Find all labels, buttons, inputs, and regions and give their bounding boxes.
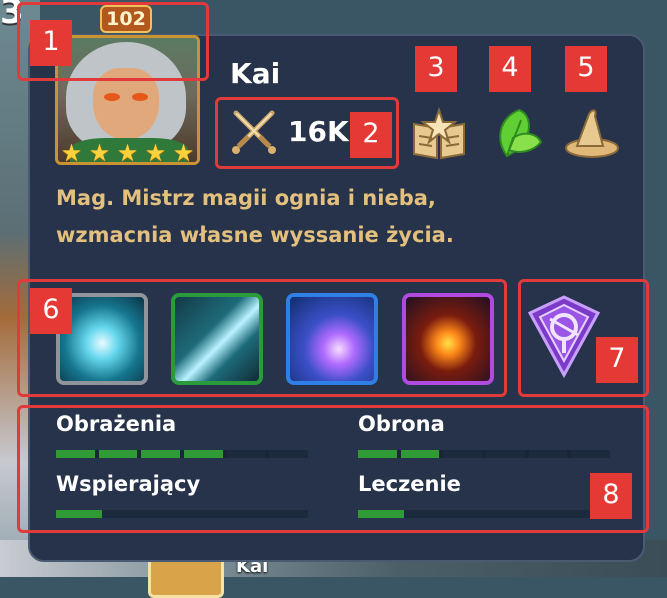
fire-eye-skill-icon[interactable] xyxy=(402,293,494,385)
wind-slash-skill-icon[interactable] xyxy=(171,293,263,385)
description-line-1: Mag. Mistrz magii ognia i nieba, xyxy=(56,186,436,210)
star-icon: ★ xyxy=(116,139,139,167)
annotation-number-2: 2 xyxy=(350,112,392,158)
background-text: 3 xyxy=(0,0,24,32)
stat-fill-healing xyxy=(358,510,404,518)
hero-name: Kai xyxy=(230,57,281,90)
stat-label-support: Wspierający xyxy=(56,472,201,496)
annotation-number-1: 1 xyxy=(30,20,72,66)
hero-star-rating: ★ ★ ★ ★ ★ xyxy=(58,141,198,165)
hero-level-badge: 102 xyxy=(100,5,152,33)
leaf-icon[interactable] xyxy=(489,104,547,162)
stat-bar-defense xyxy=(358,450,611,458)
stat-label-healing: Leczenie xyxy=(358,472,461,496)
power-value: 16K xyxy=(288,114,349,148)
stat-bar-support xyxy=(56,510,308,518)
annotation-number-5: 5 xyxy=(565,46,607,92)
stat-label-defense: Obrona xyxy=(358,412,445,436)
stat-bar-damage xyxy=(56,450,309,458)
star-icon: ★ xyxy=(88,139,111,167)
annotation-number-4: 4 xyxy=(489,46,531,92)
purple-shield-emblem-icon[interactable] xyxy=(524,293,604,379)
hero-description: Mag. Mistrz magii ognia i nieba, wzmacni… xyxy=(56,180,616,254)
star-icon: ★ xyxy=(60,139,83,167)
star-icon: ★ xyxy=(172,139,195,167)
stat-label-damage: Obrażenia xyxy=(56,412,177,436)
wizard-hat-icon[interactable] xyxy=(563,104,621,162)
annotation-number-8: 8 xyxy=(590,473,632,519)
stat-bar-healing xyxy=(358,510,610,518)
book-icon[interactable] xyxy=(410,104,468,162)
crossed-swords-icon xyxy=(232,110,276,154)
description-line-2: wzmacnia własne wyssanie życia. xyxy=(56,223,454,247)
hero-power: 16K xyxy=(228,104,349,158)
annotation-number-3: 3 xyxy=(415,46,457,92)
stat-fill-support xyxy=(56,510,102,518)
annotation-number-6: 6 xyxy=(30,288,72,334)
star-icon: ★ xyxy=(144,139,167,167)
annotation-number-7: 7 xyxy=(596,337,638,383)
arcane-orb-skill-icon[interactable] xyxy=(286,293,378,385)
